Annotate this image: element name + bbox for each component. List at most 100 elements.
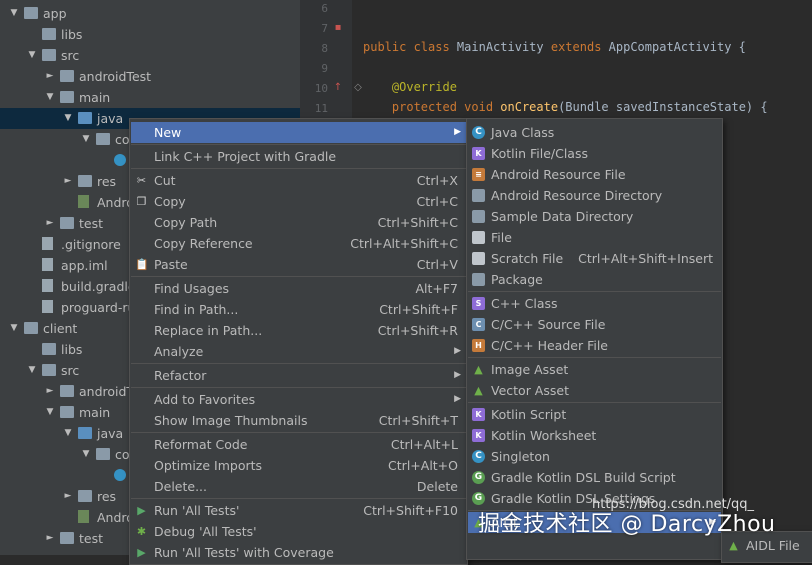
expand-arrow-icon[interactable]: ▼ (44, 87, 56, 108)
java-class-icon (114, 154, 126, 166)
expand-arrow-icon[interactable]: ▼ (62, 108, 74, 129)
android-resource-directory-menu-item[interactable]: Android Resource Directory (468, 185, 721, 206)
c-cpp-header-file-menu-item[interactable]: H C/C++ Header File (468, 335, 721, 356)
copy-menu-item[interactable]: ❐ Copy Ctrl+C (131, 191, 466, 212)
analyze-menu-item[interactable]: Analyze ▶ (131, 341, 466, 362)
collapse-arrow-icon[interactable]: ► (44, 213, 56, 234)
tree-row[interactable]: ▼ main (0, 87, 300, 108)
class-marker-icon[interactable]: ▪ (332, 22, 344, 34)
image-asset-menu-item[interactable]: ▲ Image Asset (468, 359, 721, 380)
collapse-arrow-icon[interactable]: ► (62, 486, 74, 507)
fold-marker-icon[interactable]: ◇ (352, 82, 364, 94)
c-cpp-source-file-menu-item[interactable]: C C/C++ Source File (468, 314, 721, 335)
code-line[interactable]: public class MainActivity extends AppCom… (363, 40, 746, 54)
module-folder-icon (24, 7, 38, 19)
find-in-path-menu-item[interactable]: Find in Path... Ctrl+Shift+F (131, 299, 466, 320)
menu-item-label: Run 'All Tests' with Coverage (154, 545, 334, 560)
menu-item-label: Java Class (491, 125, 555, 140)
folder-icon (60, 217, 74, 229)
kotlin-file-icon: K (472, 147, 485, 160)
expand-arrow-icon[interactable]: ▼ (62, 423, 74, 444)
menu-separator (131, 276, 466, 277)
tree-label: test (79, 216, 104, 231)
kotlin-script-icon: K (472, 408, 485, 421)
paste-menu-item[interactable]: 📋 Paste Ctrl+V (131, 254, 466, 275)
show-image-thumbnails-menu-item[interactable]: Show Image Thumbnails Ctrl+Shift+T (131, 410, 466, 431)
submenu-arrow-icon: ▶ (454, 346, 461, 356)
tree-row[interactable]: ► androidTest (0, 66, 300, 87)
expand-arrow-icon[interactable]: ▼ (8, 318, 20, 339)
menu-item-shortcut: Alt+F7 (415, 281, 458, 296)
tree-row[interactable]: ▼ src (0, 45, 300, 66)
aidl-file-menu-item[interactable]: ▲ AIDL File (723, 535, 812, 556)
menu-item-label: Copy (154, 194, 186, 209)
add-to-favorites-menu-item[interactable]: Add to Favorites ▶ (131, 389, 466, 410)
tree-label: main (79, 90, 111, 105)
sample-data-directory-menu-item[interactable]: Sample Data Directory (468, 206, 721, 227)
expand-arrow-icon[interactable]: ▼ (26, 45, 38, 66)
menu-item-label: Link C++ Project with Gradle (154, 149, 337, 164)
expand-arrow-icon[interactable]: ▼ (80, 129, 92, 150)
link-cpp-project-with-gradle-menu-item[interactable]: Link C++ Project with Gradle (131, 146, 466, 167)
menu-item-label: New (154, 125, 182, 140)
refactor-menu-item[interactable]: Refactor ▶ (131, 365, 466, 386)
expand-arrow-icon[interactable]: ▼ (44, 402, 56, 423)
java-class-icon: C (472, 126, 485, 139)
submenu-arrow-icon: ▶ (454, 127, 461, 137)
optimize-imports-menu-item[interactable]: Optimize Imports Ctrl+Alt+O (131, 455, 466, 476)
singleton-menu-item[interactable]: C Singleton (468, 446, 721, 467)
source-folder-icon (78, 112, 92, 124)
collapse-arrow-icon[interactable]: ► (44, 381, 56, 402)
scratch-file-menu-item[interactable]: Scratch File Ctrl+Alt+Shift+Insert (468, 248, 721, 269)
menu-item-label: Copy Reference (154, 236, 253, 251)
proguard-file-icon (42, 300, 53, 313)
expand-arrow-icon[interactable]: ▼ (80, 444, 92, 465)
java-class-menu-item[interactable]: C Java Class (468, 122, 721, 143)
file-icon (472, 231, 485, 244)
kotlin-file-class-menu-item[interactable]: K Kotlin File/Class (468, 143, 721, 164)
copy-path-menu-item[interactable]: Copy Path Ctrl+Shift+C (131, 212, 466, 233)
delete-menu-item[interactable]: Delete... Delete (131, 476, 466, 497)
file-menu-item[interactable]: File (468, 227, 721, 248)
tree-row[interactable]: libs (0, 24, 300, 45)
menu-item-shortcut: Ctrl+Alt+Shift+C (350, 236, 458, 251)
menu-item-label: Gradle Kotlin DSL Build Script (491, 470, 676, 485)
cpp-class-menu-item[interactable]: S C++ Class (468, 293, 721, 314)
code-line[interactable]: protected void onCreate(Bundle savedInst… (363, 100, 768, 114)
find-usages-menu-item[interactable]: Find Usages Alt+F7 (131, 278, 466, 299)
android-icon: ▲ (474, 384, 483, 397)
collapse-arrow-icon[interactable]: ► (62, 171, 74, 192)
kotlin-script-menu-item[interactable]: K Kotlin Script (468, 404, 721, 425)
override-marker-icon[interactable]: ↑ (332, 82, 344, 94)
android-resource-file-icon: ≡ (472, 168, 485, 181)
vector-asset-menu-item[interactable]: ▲ Vector Asset (468, 380, 721, 401)
tree-row[interactable]: ▼ app (0, 3, 300, 24)
android-icon: ▲ (729, 539, 738, 552)
tree-label: src (61, 363, 80, 378)
gradle-kotlin-dsl-build-script-menu-item[interactable]: G Gradle Kotlin DSL Build Script (468, 467, 721, 488)
collapse-arrow-icon[interactable]: ► (44, 528, 56, 549)
reformat-code-menu-item[interactable]: Reformat Code Ctrl+Alt+L (131, 434, 466, 455)
android-resource-file-menu-item[interactable]: ≡ Android Resource File (468, 164, 721, 185)
new-menu-item[interactable]: New ▶ (131, 122, 466, 143)
expand-arrow-icon[interactable]: ▼ (26, 360, 38, 381)
manifest-file-icon (78, 195, 89, 208)
folder-icon (60, 532, 74, 544)
cut-menu-item[interactable]: ✂ Cut Ctrl+X (131, 170, 466, 191)
menu-separator (468, 291, 721, 292)
expand-arrow-icon[interactable]: ▼ (8, 3, 20, 24)
cpp-class-icon: S (472, 297, 485, 310)
debug-all-tests-menu-item[interactable]: ✱ Debug 'All Tests' (131, 521, 466, 542)
package-menu-item[interactable]: Package (468, 269, 721, 290)
run-all-tests-with-coverage-menu-item[interactable]: ▶ Run 'All Tests' with Coverage (131, 542, 466, 563)
menu-item-shortcut: Ctrl+Shift+F10 (363, 503, 458, 518)
tree-label: test (79, 531, 104, 546)
kotlin-worksheet-menu-item[interactable]: K Kotlin Worksheet (468, 425, 721, 446)
replace-in-path-menu-item[interactable]: Replace in Path... Ctrl+Shift+R (131, 320, 466, 341)
code-token: MainActivity (456, 40, 551, 54)
code-line[interactable]: @Override (363, 80, 457, 94)
collapse-arrow-icon[interactable]: ► (44, 66, 56, 87)
run-all-tests-menu-item[interactable]: ▶ Run 'All Tests' Ctrl+Shift+F10 (131, 500, 466, 521)
copy-reference-menu-item[interactable]: Copy Reference Ctrl+Alt+Shift+C (131, 233, 466, 254)
